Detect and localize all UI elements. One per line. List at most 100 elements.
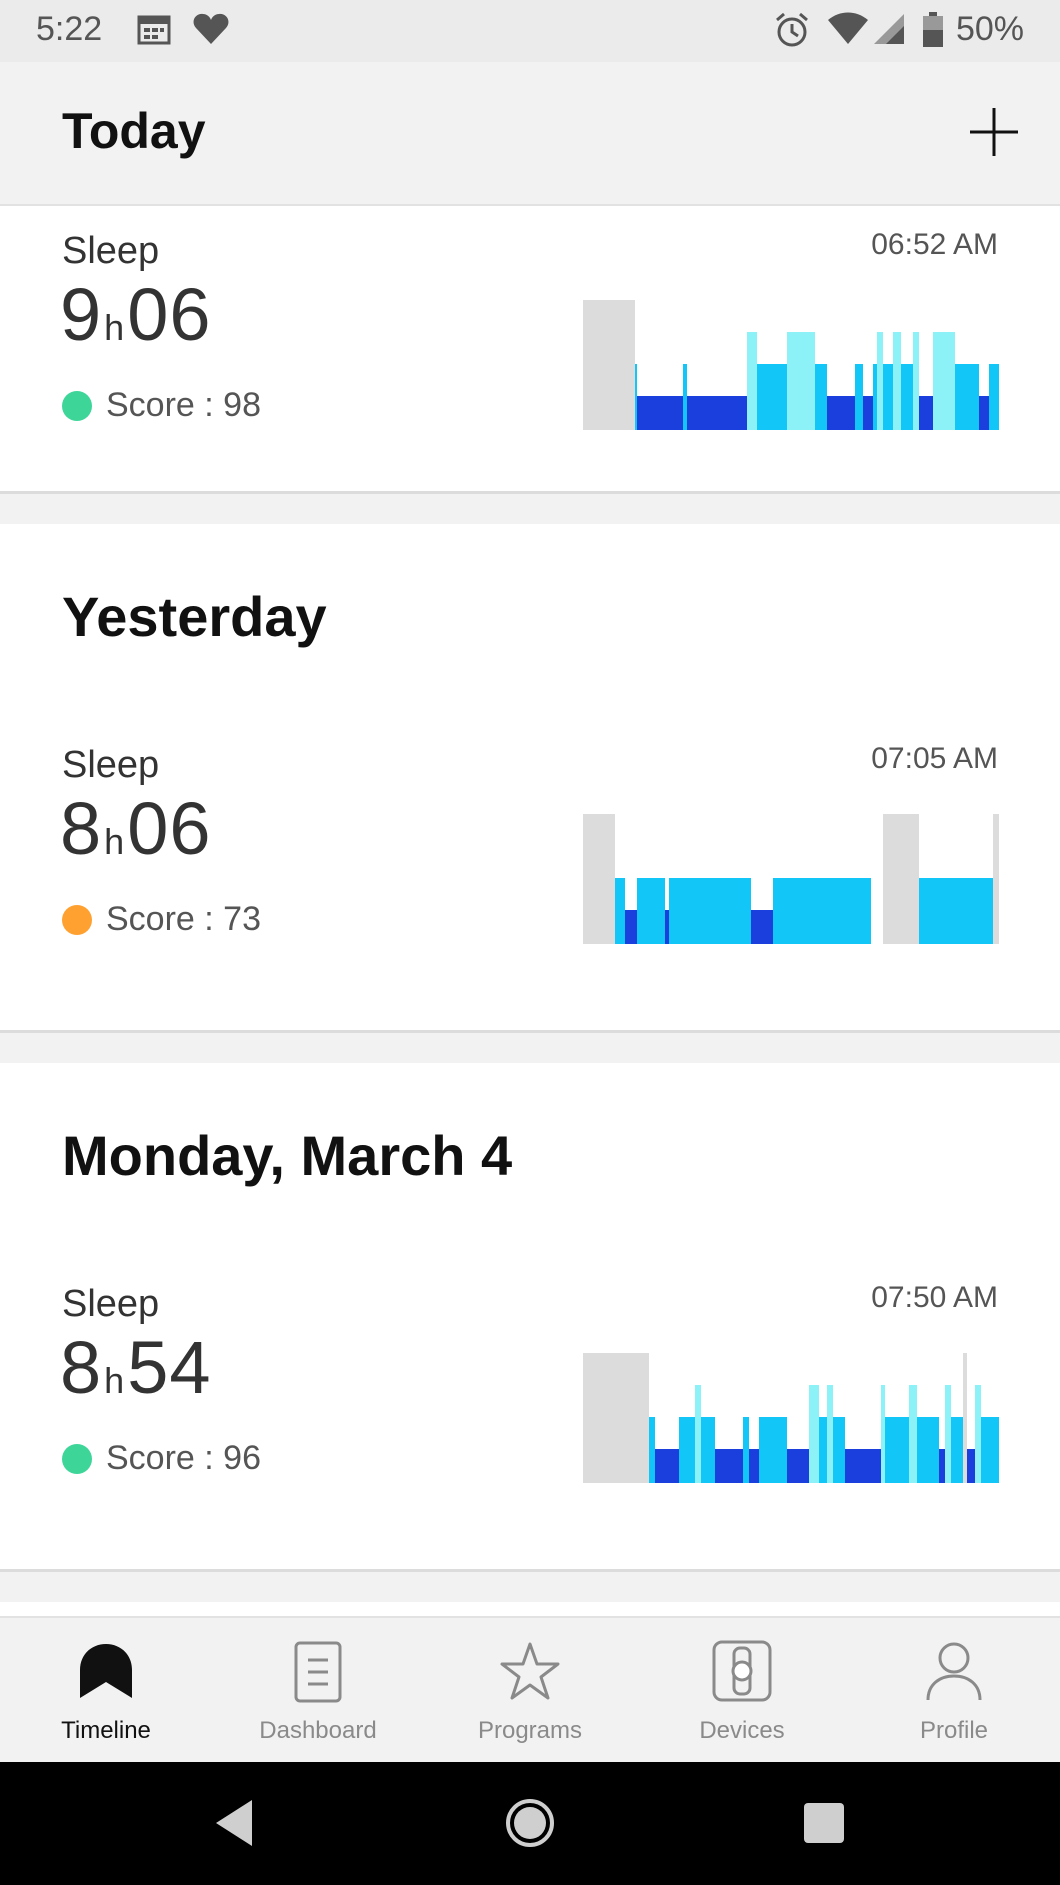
hypnogram-segment-light bbox=[989, 364, 999, 430]
hypnogram-segment-light bbox=[701, 1417, 715, 1483]
hypnogram-segment-rem bbox=[975, 1385, 981, 1483]
hypnogram-segment-deep bbox=[655, 1449, 679, 1483]
hypnogram-segment-deep bbox=[863, 396, 873, 430]
hypnogram-segment-rem bbox=[933, 332, 955, 430]
hypnogram-segment-awake bbox=[963, 1353, 967, 1483]
day-section-monday-march-4: Monday, March 4 Sleep 8h54 Score : 96 07… bbox=[0, 1063, 1060, 1572]
recents-icon bbox=[804, 1803, 844, 1843]
hypnogram-segment-light bbox=[919, 878, 993, 944]
sleep-label: Sleep bbox=[62, 1283, 160, 1325]
duration-unit: h bbox=[104, 821, 126, 862]
sleep-hypnogram bbox=[583, 1353, 999, 1483]
person-icon bbox=[926, 1642, 982, 1701]
alarm-icon bbox=[774, 12, 810, 53]
hypnogram-segment-light bbox=[873, 364, 877, 430]
hypnogram-segment-deep bbox=[979, 396, 989, 430]
duration-hours: 8 bbox=[60, 1326, 103, 1409]
hypnogram-segment-rem bbox=[945, 1385, 951, 1483]
hypnogram-segment-light bbox=[637, 878, 665, 944]
battery-percent: 50% bbox=[955, 10, 1024, 48]
battery-icon bbox=[922, 12, 944, 53]
duration-hours: 9 bbox=[60, 273, 103, 356]
hypnogram-segment-deep bbox=[625, 910, 637, 944]
hypnogram-segment-deep bbox=[751, 910, 773, 944]
recents-button[interactable] bbox=[802, 1798, 846, 1853]
hypnogram-segment-light bbox=[743, 1417, 749, 1483]
sleep-card-yesterday[interactable]: Sleep 8h06 Score : 73 07:05 AM bbox=[0, 742, 1060, 1024]
app-header: Today bbox=[0, 62, 1060, 206]
score-dot bbox=[62, 904, 92, 935]
wake-time: 06:52 AM bbox=[871, 228, 998, 261]
hypnogram-segment-awake bbox=[583, 814, 615, 944]
day-heading: Yesterday bbox=[62, 585, 327, 648]
hypnogram-segment-light bbox=[649, 1417, 655, 1483]
nav-timeline[interactable]: Timeline bbox=[0, 1618, 212, 1764]
hypnogram-segment-deep bbox=[665, 910, 669, 944]
day-heading: Monday, March 4 bbox=[62, 1124, 513, 1187]
sleep-score: Score : 98 bbox=[62, 386, 261, 425]
sleep-card-today[interactable]: Sleep 9h06 Score : 98 06:52 AM bbox=[0, 206, 1060, 494]
hypnogram-segment-light bbox=[981, 1417, 999, 1483]
hypnogram-segment-rem bbox=[877, 332, 883, 430]
nav-devices[interactable]: Devices bbox=[636, 1618, 848, 1764]
hypnogram-segment-light bbox=[615, 878, 625, 944]
nav-profile[interactable]: Profile bbox=[848, 1618, 1060, 1764]
watch-icon bbox=[712, 1640, 772, 1702]
hypnogram-segment-deep bbox=[715, 1449, 743, 1483]
duration-hours: 8 bbox=[60, 787, 103, 870]
hypnogram-segment-light bbox=[833, 1417, 845, 1483]
star-icon bbox=[500, 1642, 560, 1700]
sleep-duration: 8h06 bbox=[60, 786, 212, 871]
add-button[interactable] bbox=[964, 102, 1024, 162]
hypnogram-segment-deep bbox=[919, 396, 933, 430]
page-title: Today bbox=[62, 103, 206, 159]
wake-time: 07:50 AM bbox=[871, 1281, 998, 1314]
wifi-icon bbox=[828, 12, 868, 51]
day-section-yesterday: Yesterday Sleep 8h06 Score : 73 07:05 AM bbox=[0, 524, 1060, 1033]
home-icon bbox=[506, 1799, 554, 1847]
score-text: Score : 98 bbox=[106, 386, 261, 424]
hypnogram-segment-light bbox=[951, 1417, 963, 1483]
score-text: Score : 96 bbox=[106, 1439, 261, 1477]
hypnogram-segment-light bbox=[901, 364, 913, 430]
calendar-icon bbox=[136, 12, 172, 51]
nav-programs[interactable]: Programs bbox=[424, 1618, 636, 1764]
sleep-hypnogram bbox=[583, 814, 999, 944]
wake-time: 07:05 AM bbox=[871, 742, 998, 775]
hypnogram-segment-deep bbox=[749, 1449, 759, 1483]
home-button[interactable] bbox=[505, 1798, 555, 1853]
hypnogram-segment-light bbox=[759, 1417, 787, 1483]
hypnogram-segment-deep bbox=[641, 396, 683, 430]
hypnogram-segment-deep bbox=[787, 1449, 809, 1483]
nav-label: Devices bbox=[699, 1717, 785, 1744]
hypnogram-segment-deep bbox=[939, 1449, 945, 1483]
duration-minutes: 06 bbox=[127, 273, 212, 356]
nav-dashboard[interactable]: Dashboard bbox=[212, 1618, 424, 1764]
sleep-label: Sleep bbox=[62, 230, 160, 272]
sleep-duration: 9h06 bbox=[60, 272, 212, 357]
hypnogram-segment-light bbox=[885, 1417, 909, 1483]
sleep-card-monday[interactable]: Sleep 8h54 Score : 96 07:50 AM bbox=[0, 1281, 1060, 1563]
hypnogram-segment-deep bbox=[839, 396, 855, 430]
hypnogram-segment-light bbox=[669, 878, 751, 944]
hypnogram-segment-deep bbox=[687, 396, 747, 430]
duration-minutes: 06 bbox=[127, 787, 212, 870]
hypnogram-segment-awake bbox=[583, 300, 635, 430]
hypnogram-segment-deep bbox=[845, 1449, 857, 1483]
hypnogram-segment-light bbox=[635, 364, 637, 430]
hypnogram-segment-rem bbox=[695, 1385, 701, 1483]
sleep-score: Score : 73 bbox=[62, 900, 261, 939]
sleep-label: Sleep bbox=[62, 744, 160, 786]
system-navigation-bar bbox=[0, 1762, 1060, 1885]
sleep-hypnogram bbox=[583, 300, 999, 430]
duration-unit: h bbox=[104, 307, 126, 348]
hypnogram-segment-rem bbox=[827, 1385, 833, 1483]
back-button[interactable] bbox=[212, 1798, 256, 1853]
hypnogram-segment-light bbox=[679, 1417, 695, 1483]
plus-icon bbox=[970, 108, 1018, 156]
heart-icon bbox=[192, 12, 230, 51]
hypnogram-segment-deep bbox=[967, 1449, 975, 1483]
hypnogram-segment-light bbox=[773, 878, 871, 944]
hypnogram-segment-rem bbox=[747, 332, 757, 430]
nav-label: Dashboard bbox=[259, 1717, 377, 1744]
